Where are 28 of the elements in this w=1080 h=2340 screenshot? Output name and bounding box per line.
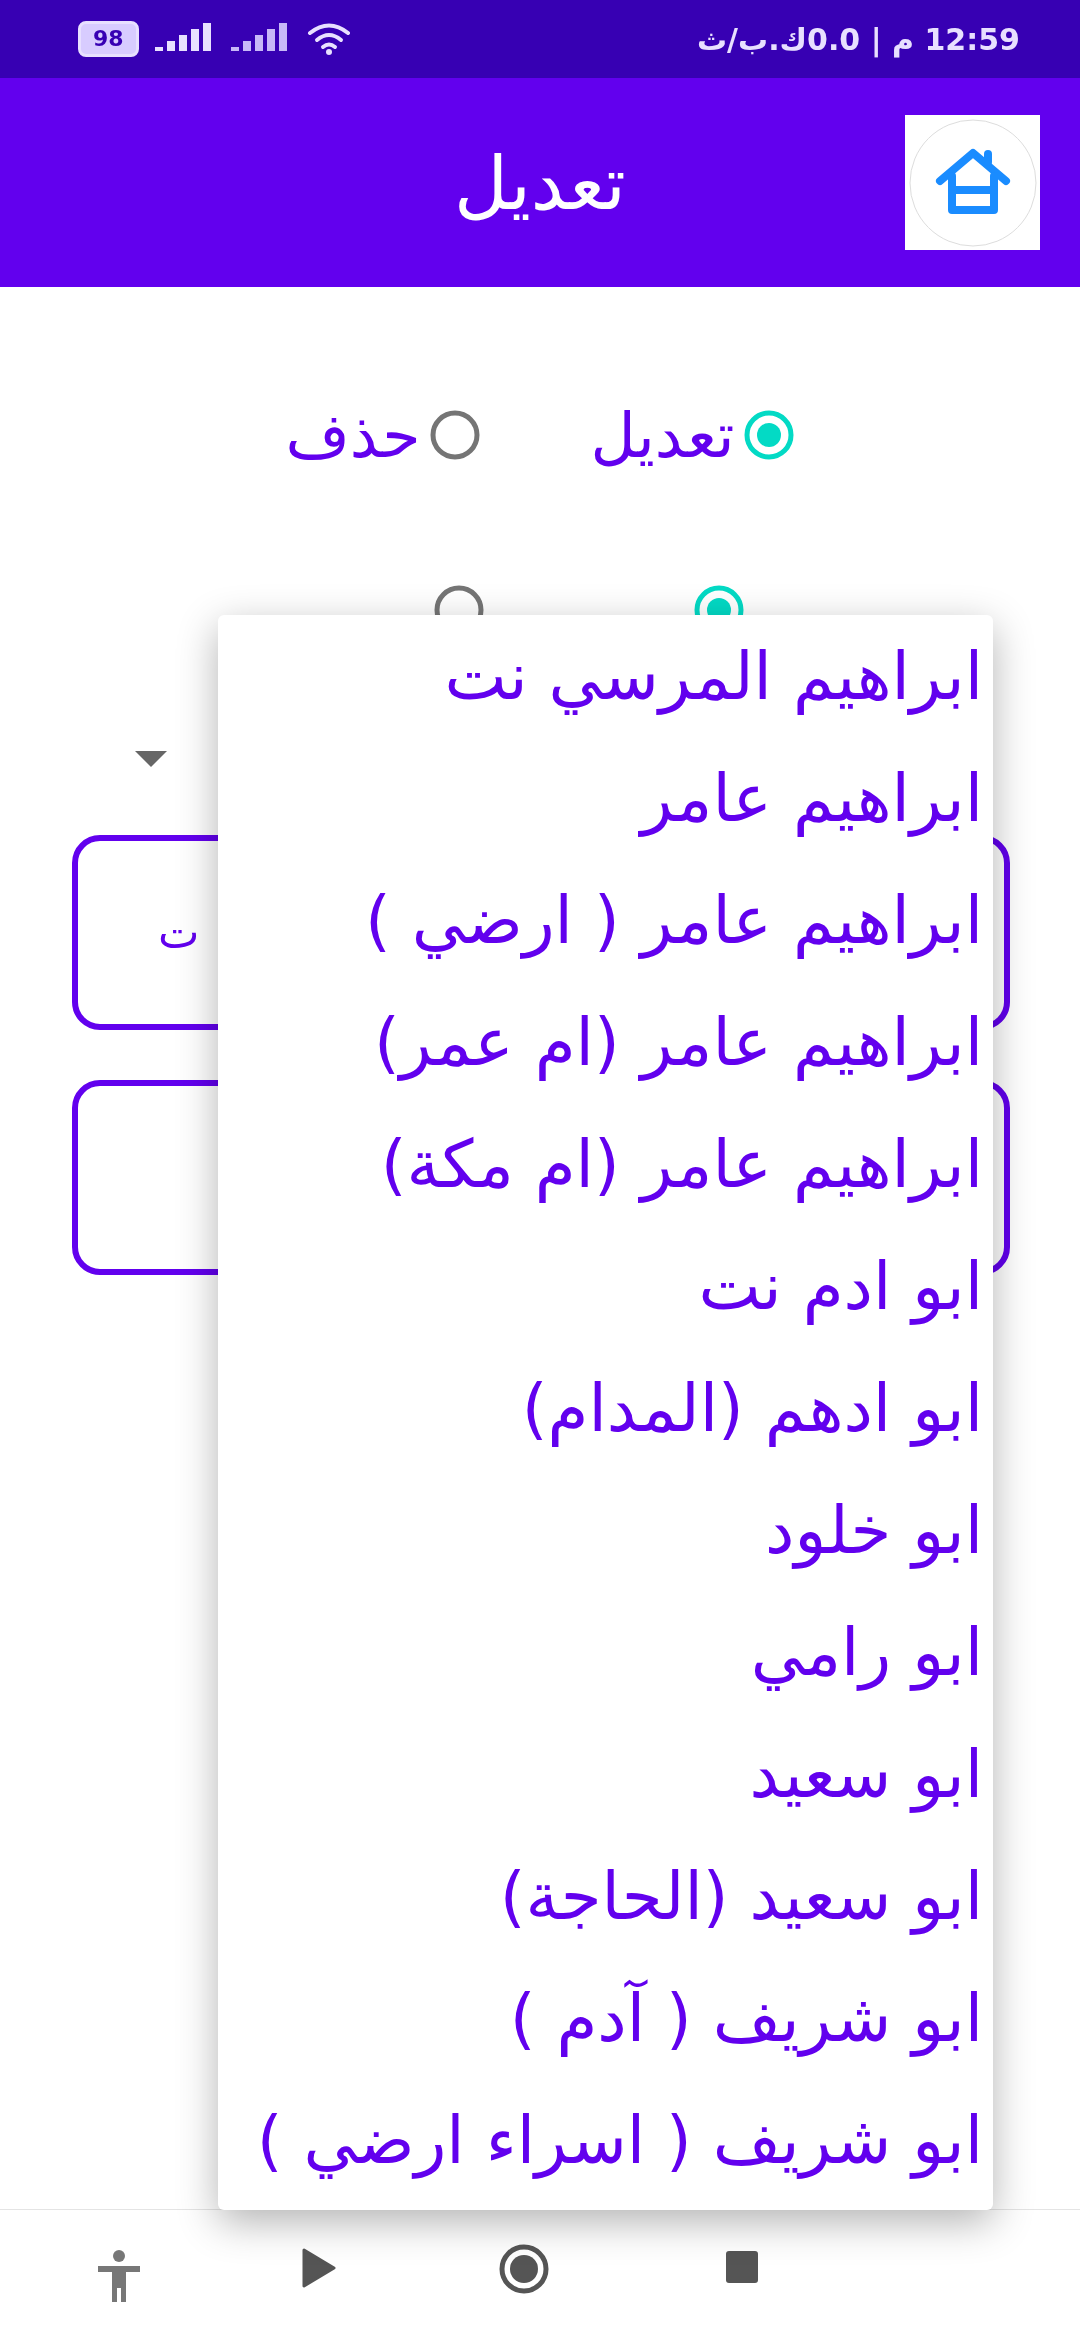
- radio-option[interactable]: حذف: [285, 398, 481, 472]
- dropdown-caret-icon[interactable]: [135, 751, 167, 769]
- menu-item[interactable]: ابو خلود: [218, 1469, 993, 1591]
- menu-item[interactable]: ابو رامي: [218, 1591, 993, 1713]
- record-icon[interactable]: [498, 2243, 550, 2295]
- menu-item[interactable]: ابو ادم نت: [218, 1225, 993, 1347]
- status-text: 12:59 م | 0.0ك.ب/ث: [696, 21, 1020, 57]
- menu-item[interactable]: ابو سعيد (الحاجة): [218, 1835, 993, 1957]
- menu-item[interactable]: ابراهيم المرسي نت: [218, 615, 993, 737]
- menu-item[interactable]: ابراهيم عامر ( ارضي ): [218, 859, 993, 981]
- screen-title: تعديل: [454, 139, 626, 226]
- home-button[interactable]: [905, 115, 1040, 250]
- radio-selected[interactable]: [742, 409, 795, 461]
- menu-item[interactable]: ابو سعيد: [218, 1713, 993, 1835]
- house-icon: [907, 117, 1038, 248]
- radio-unselected[interactable]: [428, 409, 481, 461]
- menu-item[interactable]: ابراهيم عامر (ام مكة): [218, 1103, 993, 1225]
- menu-item[interactable]: ابراهيم عامر: [218, 737, 993, 859]
- accessibility-icon[interactable]: [96, 2250, 142, 2302]
- battery-indicator: 98: [78, 21, 139, 57]
- wifi-icon: [306, 22, 351, 56]
- menu-item[interactable]: ابراهيم عامر (ام عمر): [218, 981, 993, 1103]
- menu-item[interactable]: ابو شريف ( اسراء ارضي ): [218, 2079, 993, 2201]
- menu-item[interactable]: ابو شريف ( آدم ): [218, 1957, 993, 2079]
- play-icon[interactable]: [302, 2248, 336, 2288]
- menu-item[interactable]: ابو ادهم (المدام): [218, 1347, 993, 1469]
- radio-option[interactable]: تعديل: [590, 398, 795, 472]
- stop-icon[interactable]: [725, 2250, 759, 2284]
